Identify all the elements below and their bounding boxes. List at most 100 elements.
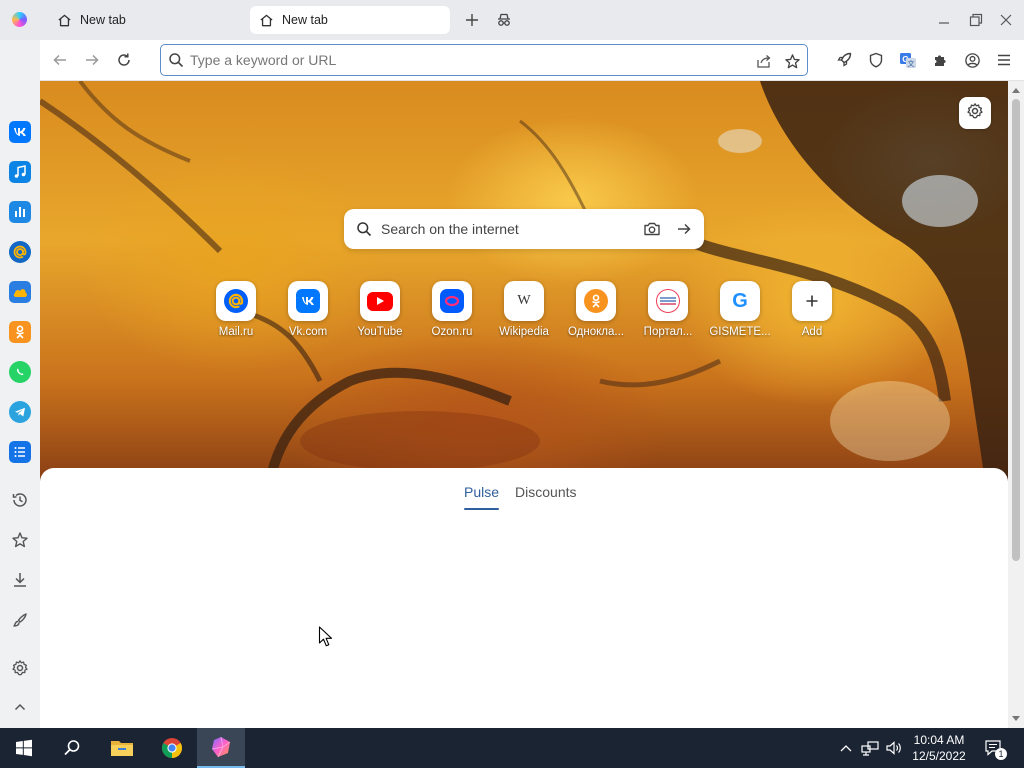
- file-explorer-icon[interactable]: [98, 728, 146, 768]
- web-search-input[interactable]: [381, 219, 631, 239]
- odnoklassniki-icon: [576, 281, 616, 321]
- speed-dial-ozon[interactable]: Ozon.ru: [424, 281, 480, 351]
- search-icon: [356, 221, 372, 242]
- tile-label: GISMETE...: [709, 326, 771, 338]
- share-icon[interactable]: [754, 51, 774, 71]
- sidebar-music-icon[interactable]: [9, 161, 31, 183]
- system-clock[interactable]: 10:04 AM 12/5/2022: [908, 732, 970, 764]
- speed-dial-odnoklassniki[interactable]: Однокла...: [568, 281, 624, 351]
- feed-panel: Pulse Discounts: [40, 468, 1008, 728]
- mailru-icon: [216, 281, 256, 321]
- gosuslugi-icon: [648, 281, 688, 321]
- tile-label: Wikipedia: [499, 326, 549, 338]
- speed-dial-add[interactable]: Add: [784, 281, 840, 351]
- atom-browser-icon[interactable]: [197, 728, 245, 768]
- windows-start-icon[interactable]: [0, 728, 48, 768]
- tile-label: Mail.ru: [218, 326, 254, 338]
- bookmarks-star-icon[interactable]: [10, 530, 30, 550]
- scrollbar-thumb[interactable]: [1012, 99, 1020, 561]
- reload-icon[interactable]: [114, 50, 134, 70]
- menu-icon[interactable]: [994, 50, 1014, 70]
- sidebar-vk-icon[interactable]: [9, 121, 31, 143]
- tab-label: New tab: [282, 13, 328, 27]
- speed-dial-gismeteo[interactable]: G GISMETE...: [709, 281, 771, 351]
- shield-icon[interactable]: [866, 50, 886, 70]
- tile-label: YouTube: [357, 326, 403, 338]
- volume-icon[interactable]: [884, 738, 904, 758]
- sidebar-cloud-icon[interactable]: [9, 281, 31, 303]
- plus-icon: [792, 281, 832, 321]
- speed-dial-wikipedia[interactable]: W Wikipedia: [496, 281, 552, 351]
- forward-icon[interactable]: [82, 50, 102, 70]
- speed-dial-mailru[interactable]: Mail.ru: [208, 281, 264, 351]
- search-icon: [168, 52, 184, 73]
- sidebar-telegram-icon[interactable]: [9, 401, 31, 423]
- translate-icon[interactable]: G文: [898, 50, 918, 70]
- history-icon[interactable]: [10, 490, 30, 510]
- back-icon[interactable]: [50, 50, 70, 70]
- extensions-icon[interactable]: [930, 50, 950, 70]
- address-bar[interactable]: [160, 44, 808, 76]
- svg-text:文: 文: [908, 59, 915, 68]
- mouse-pointer-icon: [318, 626, 333, 647]
- extensions-brush-icon[interactable]: [10, 610, 30, 630]
- camera-search-icon[interactable]: [642, 219, 662, 239]
- network-icon[interactable]: [860, 738, 880, 758]
- tile-label: Ozon.ru: [431, 326, 473, 338]
- tab-label: New tab: [80, 13, 126, 27]
- customize-settings-button[interactable]: [959, 97, 991, 129]
- gismeteo-icon: G: [720, 281, 760, 321]
- web-search-box[interactable]: [344, 209, 704, 249]
- speed-dial-youtube[interactable]: YouTube: [352, 281, 408, 351]
- youtube-icon: [360, 281, 400, 321]
- clock-date: 12/5/2022: [912, 749, 966, 763]
- home-icon: [258, 12, 274, 28]
- chrome-icon[interactable]: [148, 728, 196, 768]
- new-tab-icon[interactable]: [462, 10, 482, 30]
- tab-new-tab-2[interactable]: New tab: [250, 6, 450, 34]
- new-tab-page: Mail.ru Vk.com YouTube: [40, 81, 1008, 728]
- sidebar-ok-icon[interactable]: [9, 321, 31, 343]
- downloads-icon[interactable]: [10, 570, 30, 590]
- tile-label: Однокла...: [567, 326, 624, 338]
- chevron-up-icon[interactable]: [836, 738, 856, 758]
- rocket-icon[interactable]: [834, 50, 854, 70]
- search-icon[interactable]: [48, 728, 96, 768]
- scroll-up-arrow-icon[interactable]: [1012, 86, 1020, 94]
- scroll-down-arrow-icon[interactable]: [1012, 715, 1020, 723]
- tab-new-tab-1[interactable]: New tab: [48, 6, 248, 34]
- address-input[interactable]: [190, 50, 730, 70]
- settings-gear-icon[interactable]: [10, 658, 30, 678]
- tile-label: Add: [801, 326, 823, 338]
- notification-center-icon[interactable]: 1: [982, 738, 1007, 760]
- restore-icon[interactable]: [966, 10, 986, 30]
- sidebar-whatsapp-icon[interactable]: [9, 361, 31, 383]
- sidebar: [0, 40, 40, 728]
- tile-label: Портал...: [643, 326, 693, 338]
- sidebar-chart-icon[interactable]: [9, 201, 31, 223]
- tile-label: Vk.com: [288, 326, 328, 338]
- background-wallpaper: Mail.ru Vk.com YouTube: [40, 81, 1008, 481]
- close-icon[interactable]: [996, 10, 1016, 30]
- minimize-icon[interactable]: [934, 10, 954, 30]
- home-icon: [56, 12, 72, 28]
- collapse-chevron-up-icon[interactable]: [10, 697, 30, 717]
- tab-discounts[interactable]: Discounts: [515, 484, 576, 510]
- page-scrollbar[interactable]: [1008, 81, 1024, 728]
- clock-time: 10:04 AM: [913, 733, 965, 747]
- toolbar: G文: [40, 40, 1024, 81]
- speed-dial-gosuslugi[interactable]: Портал...: [640, 281, 696, 351]
- bookmark-star-icon[interactable]: [782, 51, 802, 71]
- speed-dial-vk[interactable]: Vk.com: [280, 281, 336, 351]
- notification-count: 1: [995, 748, 1007, 760]
- arrow-right-icon[interactable]: [674, 219, 694, 239]
- wikipedia-icon: W: [504, 281, 544, 321]
- sidebar-list-icon[interactable]: [9, 441, 31, 463]
- browser-logo-icon[interactable]: [12, 12, 27, 27]
- sidebar-mail-at-icon[interactable]: [9, 241, 31, 263]
- profile-icon[interactable]: [962, 50, 982, 70]
- tab-pulse[interactable]: Pulse: [464, 484, 500, 510]
- ozon-icon: [432, 281, 472, 321]
- title-bar: New tab New tab: [0, 0, 1024, 40]
- incognito-icon[interactable]: [494, 10, 514, 30]
